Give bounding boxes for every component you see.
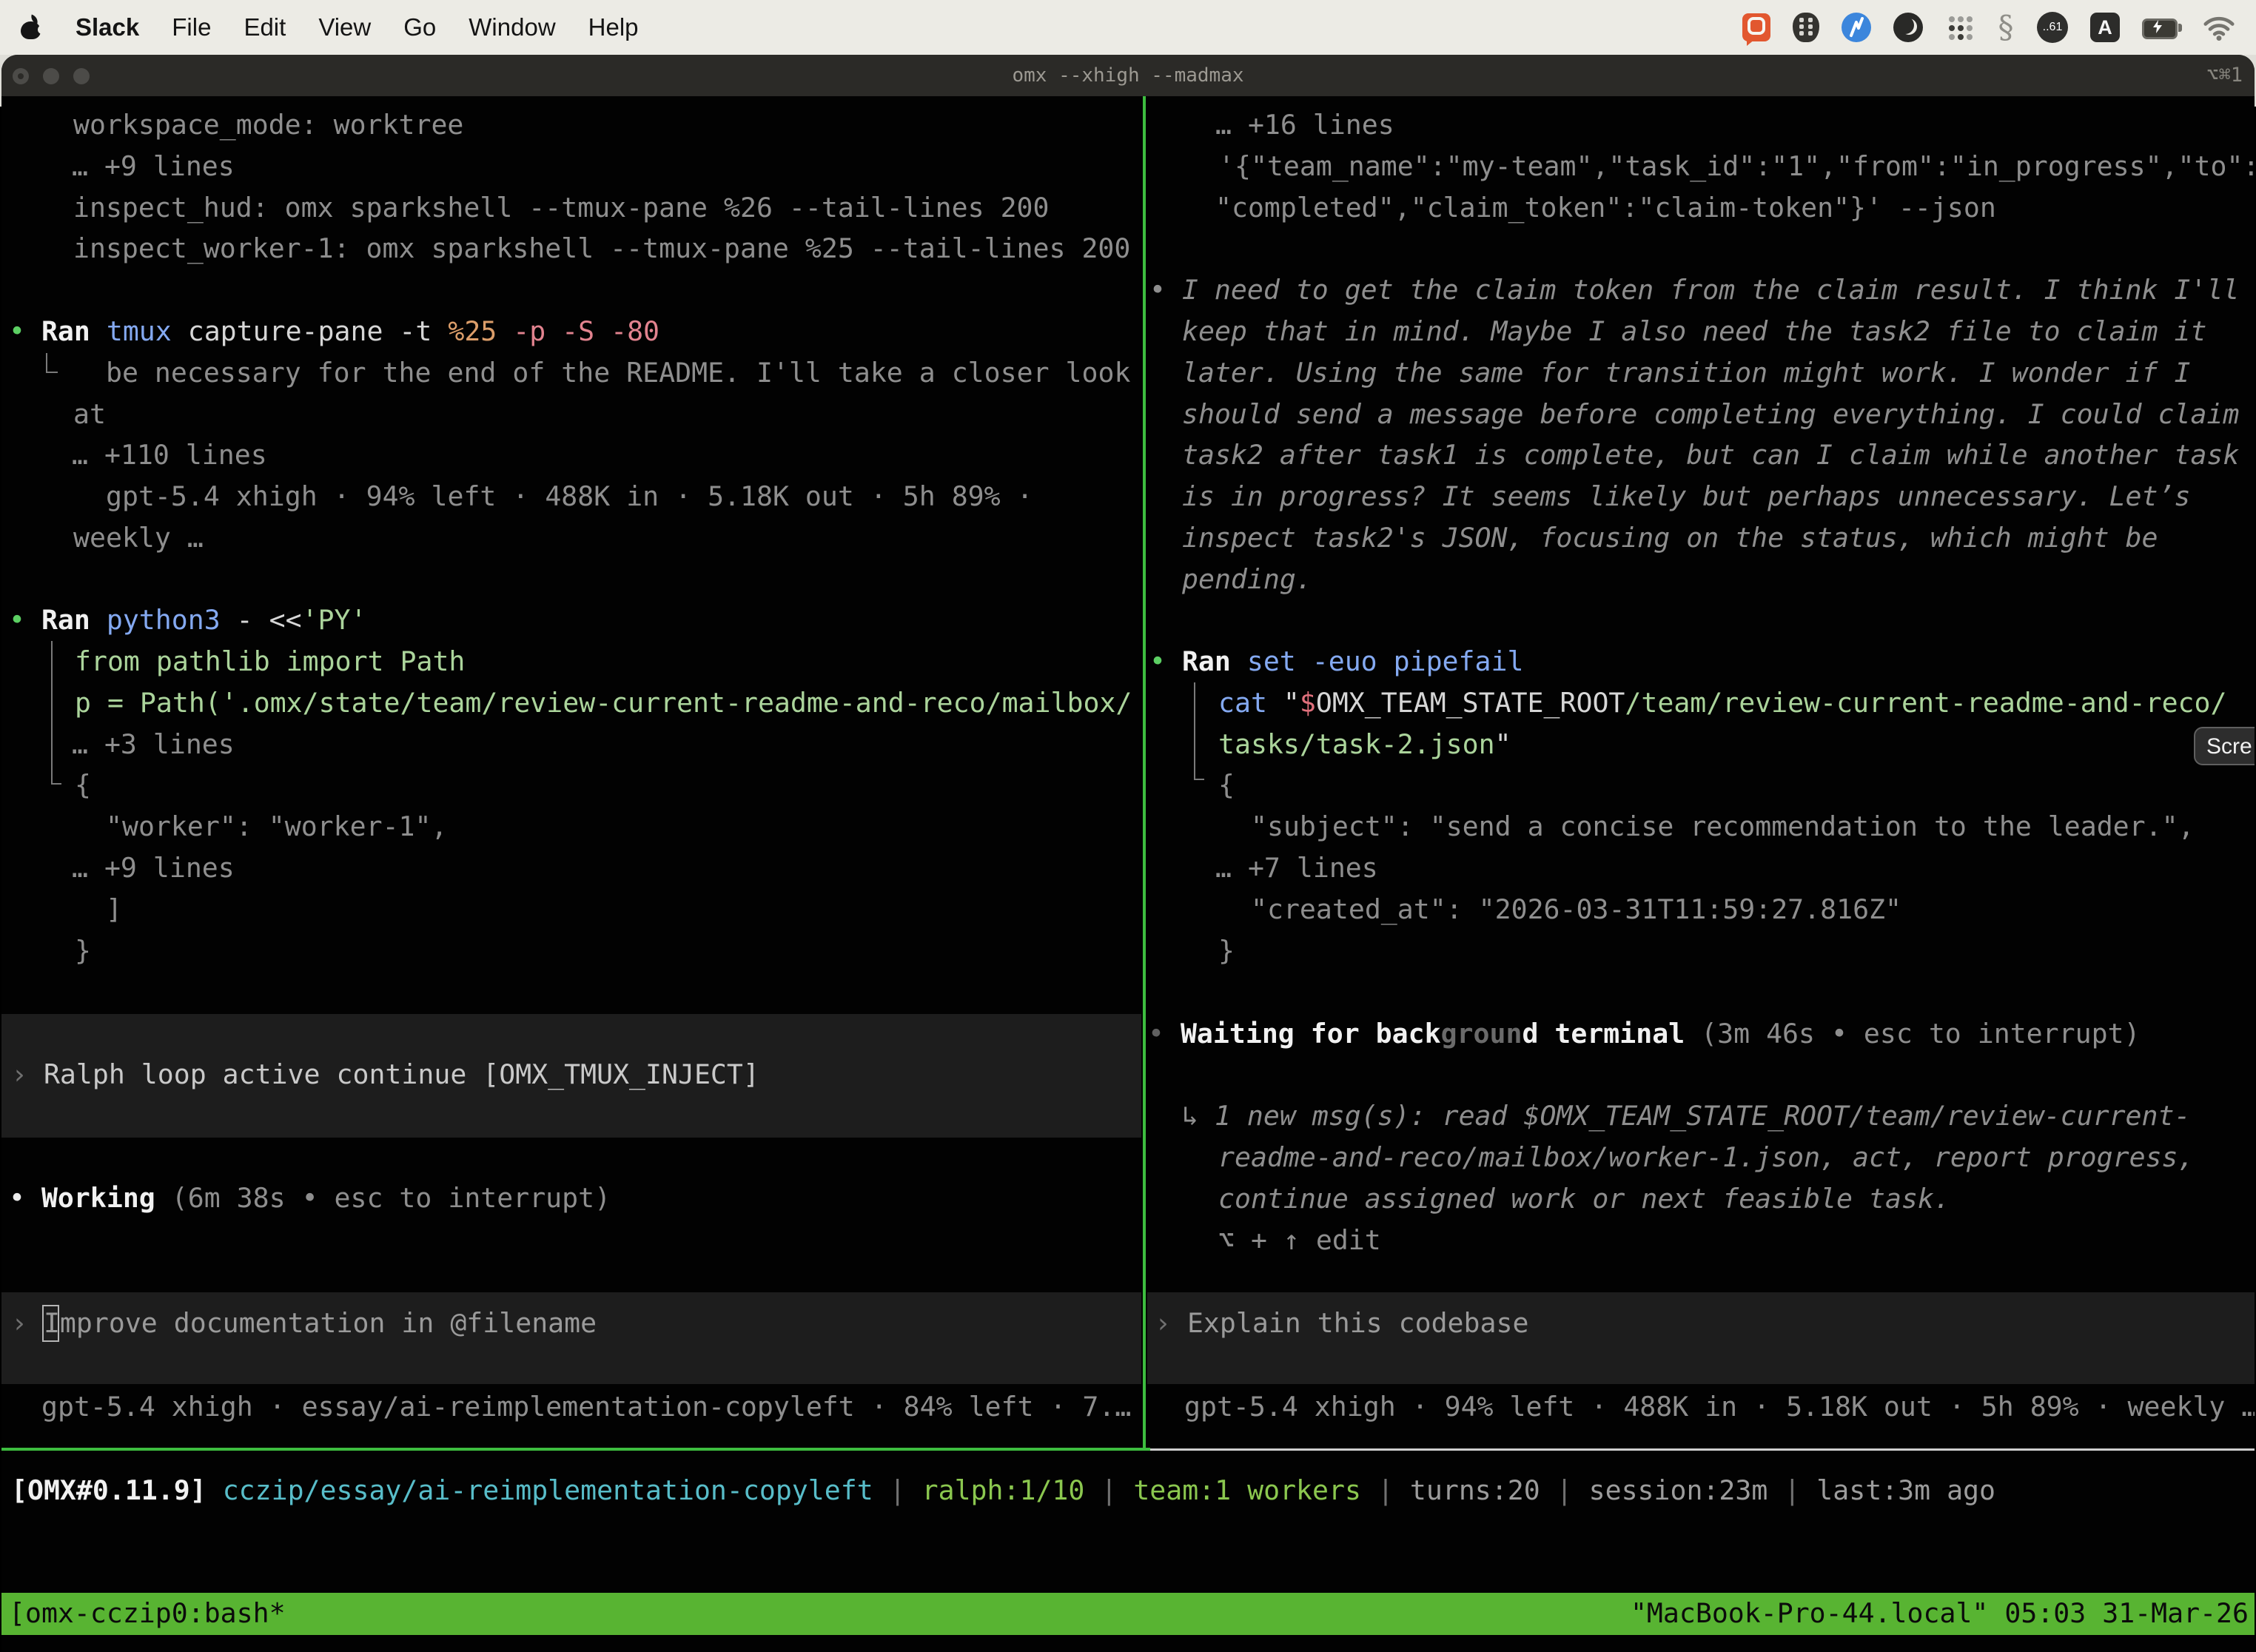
terminal-line: gpt-5.4 xhigh · 94% left · 488K in · 5.1… bbox=[106, 478, 1033, 515]
terminal[interactable]: Scre workspace_mode: worktree … +9 lines i… bbox=[1, 96, 2255, 1652]
battery-icon[interactable] bbox=[2142, 13, 2181, 42]
percent-badge-icon[interactable]: ..61 bbox=[2037, 12, 2068, 43]
wifi-icon[interactable] bbox=[2203, 13, 2235, 42]
terminal-line: • Ran python3 - <<'PY' bbox=[9, 602, 366, 639]
terminal-line: keep that in mind. Maybe I also need the… bbox=[1182, 313, 2206, 350]
terminal-line: task2 after task1 is complete, but can I… bbox=[1182, 437, 2239, 474]
terminal-line: should send a message before completing … bbox=[1182, 396, 2239, 433]
terminal-line: • Waiting for background terminal (3m 46… bbox=[1148, 1015, 2141, 1052]
terminal-line: … +9 lines bbox=[72, 850, 235, 887]
terminal-line: continue assigned work or next feasible … bbox=[1218, 1181, 1950, 1218]
menu-item-slack[interactable]: Slack bbox=[75, 13, 139, 41]
terminal-line: gpt-5.4 xhigh · 94% left · 488K in · 5.1… bbox=[1184, 1389, 2255, 1426]
terminal-line: from pathlib import Path bbox=[75, 643, 465, 680]
bottom-border-left bbox=[1, 1448, 1150, 1451]
output-bracket bbox=[51, 641, 61, 785]
speedtest-icon[interactable] bbox=[1842, 13, 1871, 42]
terminal-line: later. Using the same for transition mig… bbox=[1182, 355, 2190, 392]
window-titlebar[interactable]: omx --xhigh --madmax ⌥⌘1 bbox=[1, 55, 2255, 96]
terminal-line: • Ran tmux capture-pane -t %25 -p -S -80 bbox=[9, 313, 659, 350]
output-bracket bbox=[46, 353, 58, 373]
menu-item-file[interactable]: File bbox=[172, 13, 211, 41]
terminal-line: ↳ 1 new msg(s): read $OMX_TEAM_STATE_ROO… bbox=[1182, 1098, 2190, 1135]
output-bracket bbox=[1194, 682, 1204, 780]
terminal-line: ⌥ + ↑ edit bbox=[1218, 1222, 1381, 1259]
terminal-line: • Working (6m 38s • esc to interrupt) bbox=[9, 1180, 611, 1217]
terminal-line: • I need to get the claim token from the… bbox=[1149, 272, 2239, 309]
terminal-line: "created_at": "2026-03-31T11:59:27.816Z" bbox=[1251, 891, 1901, 928]
menu-item-go[interactable]: Go bbox=[403, 13, 436, 41]
window-shortcut-hint: ⌥⌘1 bbox=[2206, 55, 2243, 96]
terminal-line: } bbox=[75, 933, 91, 970]
terminal-line: is in progress? It seems likely but perh… bbox=[1182, 478, 2190, 515]
prompt-input-left-text: › Improve documentation in @filename bbox=[11, 1305, 597, 1342]
screen-overlay-button[interactable]: Scre bbox=[2194, 727, 2255, 765]
bottom-border-right bbox=[1150, 1448, 2255, 1451]
menu-item-window[interactable]: Window bbox=[469, 13, 555, 41]
terminal-line: › Ralph loop active continue [OMX_TMUX_I… bbox=[11, 1056, 759, 1093]
terminal-line: "worker": "worker-1", bbox=[106, 808, 447, 845]
terminal-line: at bbox=[73, 396, 106, 433]
terminal-line: weekly … bbox=[73, 520, 204, 557]
terminal-line: … +9 lines bbox=[72, 148, 235, 185]
tmux-session-label: [omx-cczip0:bash* bbox=[9, 1595, 286, 1632]
terminal-line: gpt-5.4 xhigh · essay/ai-reimplementatio… bbox=[41, 1389, 1131, 1426]
charging-bolt-icon bbox=[2151, 20, 2164, 33]
screen-mirroring-icon[interactable] bbox=[1742, 13, 1770, 41]
menu-item-view[interactable]: View bbox=[318, 13, 371, 41]
moon-icon[interactable] bbox=[1893, 13, 1923, 42]
pane-divider bbox=[1143, 96, 1146, 1449]
shield-grid-icon[interactable] bbox=[1793, 13, 1819, 42]
terminal-line: … +110 lines bbox=[72, 437, 267, 474]
input-source-icon[interactable]: A bbox=[2090, 13, 2120, 42]
menubar-status-icons: § ..61 A bbox=[1742, 12, 2235, 43]
terminal-line: { bbox=[75, 767, 91, 804]
terminal-line: tasks/task-2.json" bbox=[1218, 726, 1511, 763]
terminal-line: "completed","claim_token":"claim-token"}… bbox=[1215, 189, 1996, 226]
terminal-line: inspect_hud: omx sparkshell --tmux-pane … bbox=[73, 189, 1050, 226]
terminal-line: readme-and-reco/mailbox/worker-1.json, a… bbox=[1218, 1139, 2195, 1176]
terminal-line: … +3 lines bbox=[72, 726, 235, 763]
terminal-line: cat "$OMX_TEAM_STATE_ROOT/team/review-cu… bbox=[1218, 685, 2226, 722]
terminal-line: { bbox=[1218, 767, 1235, 804]
terminal-line: pending. bbox=[1182, 561, 1312, 598]
text-cursor bbox=[42, 1305, 59, 1342]
terminal-line: inspect_worker-1: omx sparkshell --tmux-… bbox=[73, 230, 1130, 267]
terminal-line: inspect task2's JSON, focusing on the st… bbox=[1182, 520, 2158, 557]
terminal-line: ] bbox=[106, 891, 122, 928]
menubar-menus: Slack File Edit View Go Window Help bbox=[21, 13, 639, 41]
terminal-line: workspace_mode: worktree bbox=[73, 107, 463, 144]
dots-grid-icon[interactable] bbox=[1945, 13, 1975, 42]
menu-bar: Slack File Edit View Go Window Help § ..61 A bbox=[0, 0, 2256, 55]
terminal-line: } bbox=[1218, 933, 1235, 970]
zigzag-glyph bbox=[1842, 13, 1871, 42]
menu-item-help[interactable]: Help bbox=[588, 13, 639, 41]
terminal-window: omx --xhigh --madmax ⌥⌘1 Scre workspace_… bbox=[1, 55, 2255, 1652]
terminal-line: p = Path('.omx/state/team/review-current… bbox=[75, 685, 1132, 722]
apple-icon[interactable] bbox=[21, 16, 43, 39]
terminal-line: • Ran set -euo pipefail bbox=[1149, 643, 1523, 680]
window-title: omx --xhigh --madmax bbox=[1, 55, 2255, 96]
omx-status-line: [OMX#0.11.9] cczip/essay/ai-reimplementa… bbox=[11, 1472, 1995, 1509]
terminal-line: "subject": "send a concise recommendatio… bbox=[1251, 808, 2195, 845]
prompt-input-right-text: › Explain this codebase bbox=[1155, 1305, 1528, 1342]
terminal-line: '{"team_name":"my-team","task_id":"1","f… bbox=[1218, 148, 2255, 185]
terminal-line: … +7 lines bbox=[1215, 850, 1378, 887]
terminal-line: … +16 lines bbox=[1215, 107, 1394, 144]
terminal-line: be necessary for the end of the README. … bbox=[106, 355, 1130, 392]
menu-item-edit[interactable]: Edit bbox=[244, 13, 286, 41]
squiggle-icon[interactable]: § bbox=[1997, 13, 2015, 42]
tmux-host-clock: "MacBook-Pro-44.local" 05:03 31-Mar-26 bbox=[1631, 1595, 2249, 1632]
